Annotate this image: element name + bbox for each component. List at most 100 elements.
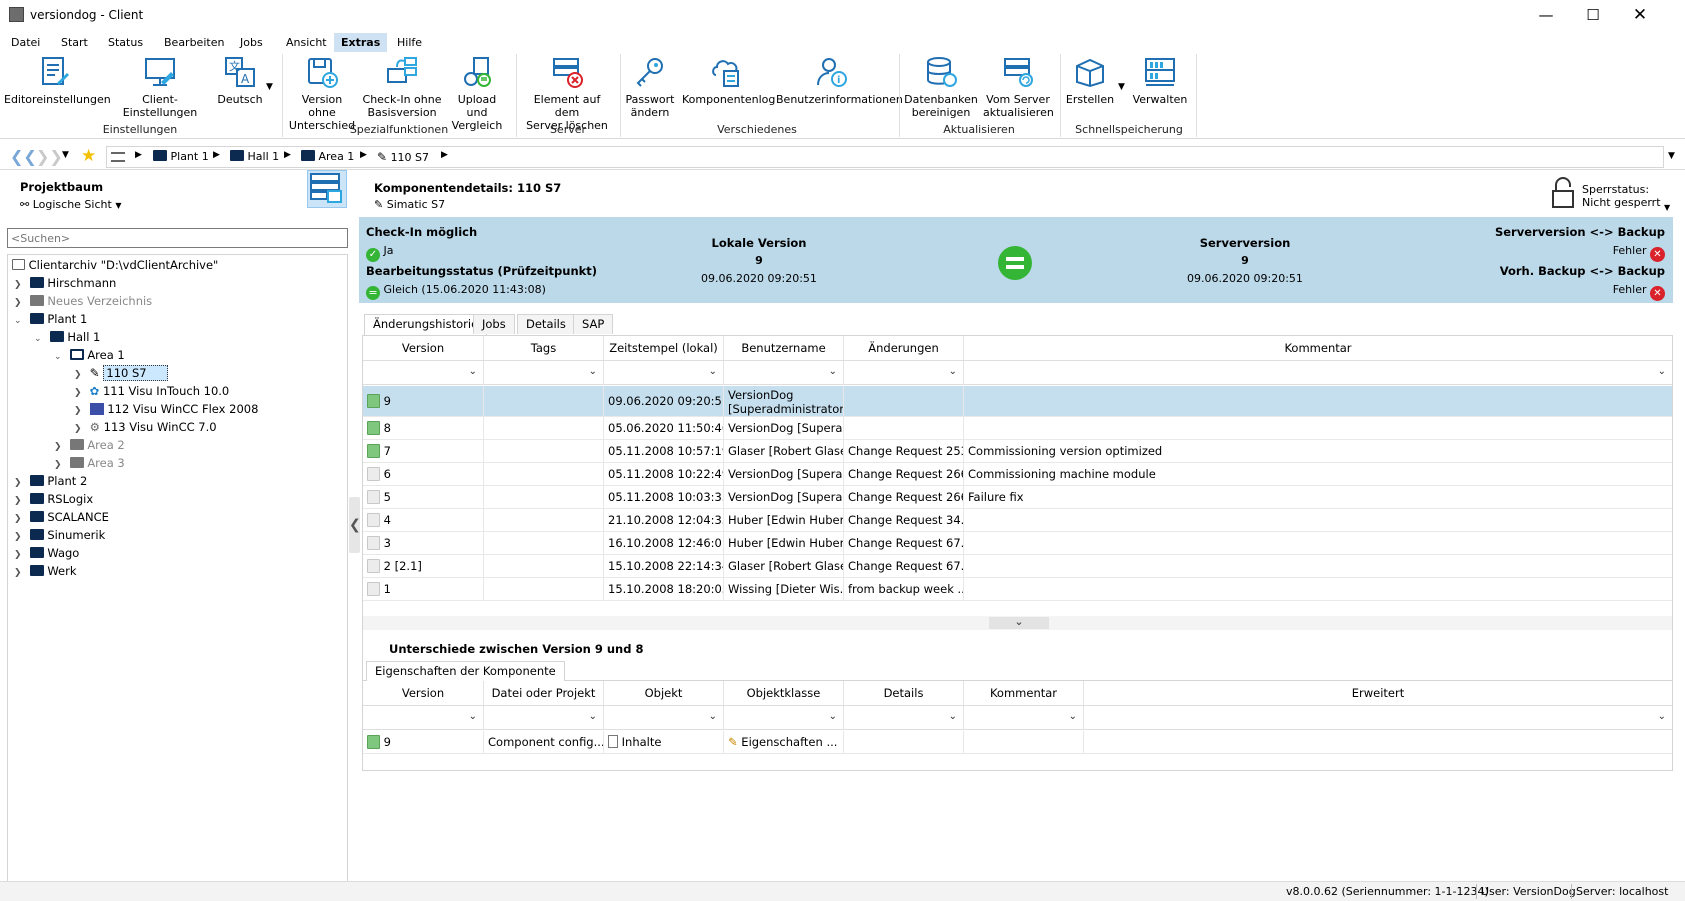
tree-item-plant2[interactable]: ❯ Plant 2 (14, 472, 87, 490)
menu-bearbeiten[interactable]: Bearbeiten (157, 33, 231, 52)
tree-item-hall1[interactable]: ⌄ Hall 1 (34, 328, 100, 346)
diff-col-class[interactable]: Objektklasse (724, 681, 844, 706)
language-button[interactable]: 文A Deutsch (214, 55, 266, 119)
menu-jobs[interactable]: Jobs (233, 33, 270, 52)
menu-hilfe[interactable]: Hilfe (390, 33, 429, 52)
diff-filter-version[interactable]: ⌄ (363, 706, 484, 730)
tree-item-area3[interactable]: ❯ Area 3 (54, 454, 125, 472)
diff-filter-file[interactable]: ⌄ (484, 706, 604, 730)
manage-button[interactable]: Verwalten (1130, 55, 1190, 119)
collapse-icon[interactable]: ⌄ (14, 312, 26, 330)
table-row[interactable]: 3 16.10.2008 12:46:01 Huber [Edwin Huber… (363, 532, 1672, 555)
lock-dropdown-icon[interactable]: ▼ (1664, 203, 1670, 212)
component-log-button[interactable]: Komponentenlog (682, 55, 775, 119)
crumb-arrow-icon[interactable]: ▶ (135, 150, 142, 160)
diff-col-comment[interactable]: Kommentar (964, 681, 1084, 706)
diff-col-file[interactable]: Datei oder Projekt (484, 681, 604, 706)
favorite-star-icon[interactable]: ★ (81, 146, 96, 166)
col-header-version[interactable]: Version (363, 336, 484, 361)
tree-item-neues-verzeichnis[interactable]: ❯ Neues Verzeichnis (14, 292, 152, 310)
crumb-arrow-icon[interactable]: ▶ (213, 150, 220, 160)
diff-col-version[interactable]: Version (363, 681, 484, 706)
collapse-icon[interactable]: ⌄ (54, 348, 66, 366)
tree-item-area2[interactable]: ❯ Area 2 (54, 436, 125, 454)
tree-item-110-s7[interactable]: ❯ ✎ 110 S7 (74, 364, 168, 382)
crumb-hall1[interactable]: Hall 1 (230, 150, 279, 163)
menu-extras[interactable]: Extras (334, 33, 388, 52)
splitter-toggle-icon[interactable]: ⌄ (989, 616, 1049, 629)
tree-item-112[interactable]: ❯ 112 Visu WinCC Flex 2008 (74, 400, 258, 418)
col-header-username[interactable]: Benutzername (724, 336, 844, 361)
tree-item-111[interactable]: ❯ ✿ 111 Visu InTouch 10.0 (74, 382, 229, 400)
menu-ansicht[interactable]: Ansicht (279, 33, 334, 52)
tree-item-rslogix[interactable]: ❯ RSLogix (14, 490, 93, 508)
tree-item-hirschmann[interactable]: ❯ Hirschmann (14, 274, 116, 292)
maximize-button[interactable]: ☐ (1570, 0, 1616, 32)
upload-compare-button[interactable]: Upload und Vergleich (446, 55, 508, 132)
diff-filter-class[interactable]: ⌄ (724, 706, 844, 730)
diff-col-details[interactable]: Details (844, 681, 964, 706)
expand-icon[interactable]: ❯ (14, 564, 26, 582)
tree-item-scalance[interactable]: ❯ SCALANCE (14, 508, 109, 526)
diff-table-row[interactable]: 9 Component config... Inhalte ✎ Eigensch… (363, 731, 1672, 754)
filter-username[interactable]: ⌄ (724, 361, 844, 385)
menu-start[interactable]: Start (54, 33, 95, 52)
table-row[interactable]: 9 09.06.2020 09:20:51 VersionDog [Superad… (363, 386, 1672, 417)
crumb-arrow-icon[interactable]: ▶ (284, 150, 291, 160)
diff-col-extended[interactable]: Erweitert (1084, 681, 1672, 706)
filter-version[interactable]: ⌄ (363, 361, 484, 385)
back-icon[interactable]: ❮❮ (10, 147, 37, 166)
update-from-server-button[interactable]: Vom Server aktualisieren (983, 55, 1054, 119)
client-settings-button[interactable]: Client-Einstellungen (108, 55, 212, 119)
diff-col-object[interactable]: Objekt (604, 681, 724, 706)
tree-item-113[interactable]: ❯ ⚙ 113 Visu WinCC 7.0 (74, 418, 217, 436)
tab-jobs[interactable]: Jobs (473, 314, 515, 334)
col-header-comment[interactable]: Kommentar (964, 336, 1672, 361)
history-dropdown-icon[interactable]: ▼ (62, 150, 69, 160)
breadcrumb-dropdown-icon[interactable]: ▼ (1668, 151, 1675, 161)
crumb-arrow-icon[interactable]: ▶ (441, 150, 448, 160)
close-button[interactable]: ✕ (1617, 0, 1663, 32)
col-header-timestamp[interactable]: Zeitstempel (lokal) (604, 336, 724, 361)
tab-component-properties[interactable]: Eigenschaften der Komponente (366, 661, 565, 681)
tree-item-root[interactable]: Clientarchiv "D:\vdClientArchive" (12, 256, 218, 274)
user-info-button[interactable]: i Benutzerinformationen (776, 55, 903, 119)
create-dropdown-icon[interactable]: ▼ (1118, 82, 1125, 92)
tree-item-werk[interactable]: ❯ Werk (14, 562, 76, 580)
tree-view-toggle-button[interactable] (307, 170, 347, 208)
forward-icon[interactable]: ❯❯ (36, 147, 63, 166)
col-header-tags[interactable]: Tags (484, 336, 604, 361)
table-row[interactable]: 7 05.11.2008 10:57:19 Glaser [Robert Gla… (363, 440, 1672, 463)
create-button[interactable]: Erstellen (1064, 55, 1116, 119)
filter-timestamp[interactable]: ⌄ (604, 361, 724, 385)
language-dropdown-icon[interactable]: ▼ (266, 82, 273, 92)
filter-changes[interactable]: ⌄ (844, 361, 964, 385)
table-row[interactable]: 6 05.11.2008 10:22:49 VersionDog [Supera… (363, 463, 1672, 486)
col-header-changes[interactable]: Änderungen (844, 336, 964, 361)
collapse-icon[interactable]: ⌄ (34, 330, 46, 348)
filter-comment[interactable]: ⌄ (964, 361, 1672, 385)
diff-filter-comment[interactable]: ⌄ (964, 706, 1084, 730)
table-row[interactable]: 1 15.10.2008 18:20:03 Wissing [Dieter Wi… (363, 578, 1672, 601)
search-input[interactable] (7, 228, 348, 248)
clean-db-button[interactable]: Datenbanken bereinigen (903, 55, 979, 119)
tree-item-area1[interactable]: ⌄ Area 1 (54, 346, 125, 364)
panel-collapse-button[interactable]: ❮ (349, 497, 361, 553)
tree-item-sinumerik[interactable]: ❯ Sinumerik (14, 526, 105, 544)
tab-details[interactable]: Details (517, 314, 575, 334)
tab-sap[interactable]: SAP (573, 314, 614, 334)
crumb-arrow-icon[interactable]: ▶ (360, 150, 367, 160)
table-row[interactable]: 5 05.11.2008 10:03:33 VersionDog [Supera… (363, 486, 1672, 509)
filter-tags[interactable]: ⌄ (484, 361, 604, 385)
diff-filter-details[interactable]: ⌄ (844, 706, 964, 730)
version-no-diff-button[interactable]: Version ohne Unterschied (287, 55, 357, 132)
menu-status[interactable]: Status (101, 33, 150, 52)
minimize-button[interactable]: — (1523, 0, 1569, 32)
crumb-plant1[interactable]: Plant 1 (153, 150, 209, 163)
tree-item-plant1[interactable]: ⌄ Plant 1 (14, 310, 87, 328)
table-row[interactable]: 8 05.06.2020 11:50:46 VersionDog [Supera… (363, 417, 1672, 440)
editor-settings-button[interactable]: Editoreinstellungen (4, 55, 111, 119)
table-row[interactable]: 2 [2.1] 15.10.2008 22:14:34 Glaser [Robe… (363, 555, 1672, 578)
delete-server-element-button[interactable]: Element auf dem Server löschen (520, 55, 614, 132)
crumb-110s7[interactable]: ✎ 110 S7 (377, 150, 429, 164)
